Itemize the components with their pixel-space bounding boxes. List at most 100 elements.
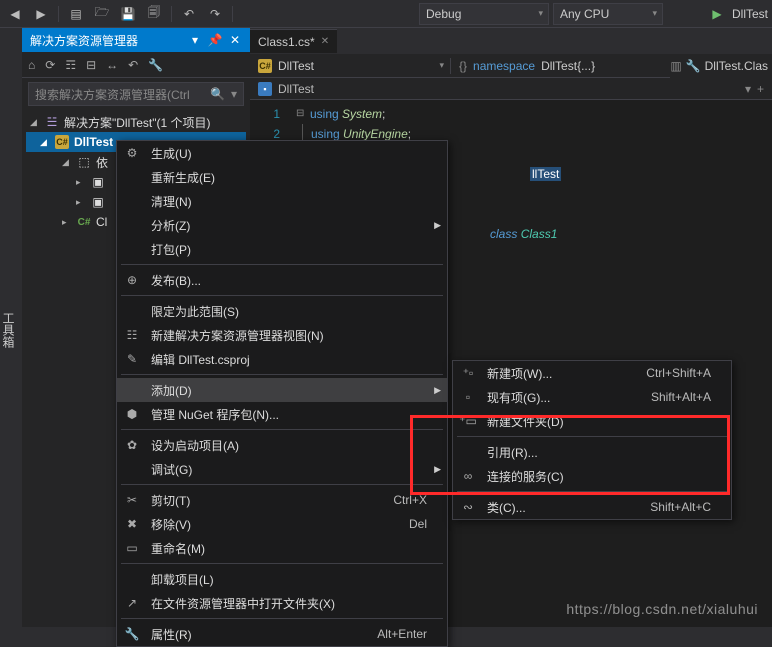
project-icon: ▪ (258, 82, 272, 96)
chevron-down-icon[interactable]: ▾ (745, 82, 751, 96)
menu-item[interactable]: 限定为此范围(S) (117, 299, 447, 323)
project-icon: C# (54, 135, 70, 149)
menu-item[interactable]: ↗在文件资源管理器中打开文件夹(X) (117, 591, 447, 615)
file-tab[interactable]: Class1.cs* ✕ (250, 29, 337, 53)
tool-icon[interactable]: ⊟ (86, 58, 96, 72)
class-label: Cl (96, 215, 107, 229)
tool-icon[interactable]: ☶ (65, 58, 76, 72)
menu-icon: ☷ (121, 328, 143, 342)
search-input[interactable]: 搜索解决方案资源管理器(Ctrl 🔍 ▾ (28, 82, 244, 106)
solution-node[interactable]: ◢☱ 解决方案"DllTest"(1 个项目) (26, 112, 246, 132)
menu-item[interactable]: ✂剪切(T)Ctrl+X (117, 488, 447, 512)
menu-icon: ↗ (121, 596, 143, 610)
menu-item[interactable]: ∾类(C)...Shift+Alt+C (453, 495, 731, 519)
menu-label: 限定为此范围(S) (151, 303, 427, 320)
menu-item[interactable]: 卸载项目(L) (117, 567, 447, 591)
tool-icon[interactable]: ↶ (128, 58, 138, 72)
nav-ns-kw: namespace (473, 59, 535, 73)
namespace-icon: {} (459, 59, 467, 73)
menu-icon: ⊕ (121, 273, 143, 287)
menu-item[interactable]: ⁺▫新建项(W)...Ctrl+Shift+A (453, 361, 731, 385)
add-submenu: ⁺▫新建项(W)...Ctrl+Shift+A▫现有项(G)...Shift+A… (452, 360, 732, 520)
home-icon[interactable]: ⌂ (28, 58, 35, 72)
search-placeholder: 搜索解决方案资源管理器(Ctrl (35, 86, 190, 103)
menu-item[interactable]: ⬢管理 NuGet 程序包(N)... (117, 402, 447, 426)
menu-item[interactable]: ▫现有项(G)...Shift+Alt+A (453, 385, 731, 409)
plus-icon[interactable]: + (757, 82, 764, 96)
nav-project-combo[interactable]: C# DllTest (250, 59, 450, 73)
new-icon[interactable]: ▤ (65, 3, 87, 25)
breadcrumb: ▪ DllTest ▾ + (250, 78, 772, 100)
pin-icon[interactable]: 📌 (208, 33, 222, 47)
solution-icon: ☱ (44, 115, 60, 129)
solution-label: 解决方案"DllTest"(1 个项目) (64, 114, 211, 131)
menu-label: 生成(U) (151, 145, 427, 162)
menu-item[interactable]: 引用(R)... (453, 440, 731, 464)
menu-label: 添加(D) (151, 382, 427, 399)
menu-label: 移除(V) (151, 516, 401, 533)
menu-label: 发布(B)... (151, 272, 427, 289)
breadcrumb-label[interactable]: DllTest (278, 82, 314, 96)
menu-shortcut: Ctrl+X (393, 493, 427, 507)
menu-label: 卸载项目(L) (151, 571, 427, 588)
menu-item[interactable]: 清理(N) (117, 189, 447, 213)
menu-label: 属性(R) (151, 626, 369, 643)
kw-using: using (311, 127, 340, 141)
wrench-icon[interactable]: 🔧 (148, 58, 163, 72)
undo-icon[interactable]: ↶ (178, 3, 200, 25)
menu-label: 分析(Z) (151, 217, 427, 234)
menu-item[interactable]: 🔧 属性(R) Alt+Enter (117, 622, 447, 646)
menu-item[interactable]: 打包(P) (117, 237, 447, 261)
menu-label: 调试(G) (151, 461, 427, 478)
menu-item[interactable]: ☷新建解决方案资源管理器视图(N) (117, 323, 447, 347)
menu-item[interactable]: ⁺▭新建文件夹(D) (453, 409, 731, 433)
tab-close-icon[interactable]: ✕ (321, 36, 329, 47)
menu-icon: ▫ (457, 390, 479, 404)
saveall-icon[interactable]: 🗐 (143, 3, 165, 25)
close-icon[interactable]: ✕ (228, 33, 242, 47)
menu-shortcut: Ctrl+Shift+A (646, 366, 711, 380)
menu-item[interactable]: ✖移除(V)Del (117, 512, 447, 536)
menu-item[interactable]: ∞连接的服务(C) (453, 464, 731, 488)
box-icon: ▣ (90, 175, 106, 189)
menu-item[interactable]: 调试(G)▶ (117, 457, 447, 481)
menu-item[interactable]: ✿ 设为启动项目(A) (117, 433, 447, 457)
menu-icon: 🔧 (121, 627, 143, 641)
menu-item[interactable]: ▭重命名(M) (117, 536, 447, 560)
menu-item[interactable]: ⊕ 发布(B)... (117, 268, 447, 292)
tool-icon[interactable]: ↔ (106, 58, 118, 72)
menu-item[interactable]: ⚙ 生成(U) (117, 141, 447, 165)
nav-back-icon[interactable]: ◀ (4, 3, 26, 25)
submenu-arrow-icon: ▶ (434, 220, 441, 231)
menu-item[interactable]: ✎编辑 DllTest.csproj (117, 347, 447, 371)
menu-label: 设为启动项目(A) (151, 437, 427, 454)
play-icon[interactable]: ▶ (706, 3, 728, 25)
menu-label: 引用(R)... (487, 444, 711, 461)
platform-combo[interactable]: Any CPU (553, 3, 663, 25)
save-icon[interactable]: 💾 (117, 3, 139, 25)
menu-icon: ⚙ (121, 146, 143, 160)
redo-icon[interactable]: ↷ (204, 3, 226, 25)
config-combo[interactable]: Debug (419, 3, 549, 25)
kw-using: using (310, 107, 339, 121)
menu-shortcut: Shift+Alt+C (650, 500, 711, 514)
menu-shortcut: Alt+Enter (377, 627, 427, 641)
vbar-label[interactable]: 工具箱 (0, 312, 17, 348)
dropdown-icon[interactable]: ▾ (188, 33, 202, 47)
menu-item[interactable]: 重新生成(E) (117, 165, 447, 189)
vertical-tab-bar: 工具箱 (0, 28, 22, 627)
kw-class: class (490, 227, 517, 241)
menu-label: 管理 NuGet 程序包(N)... (151, 406, 427, 423)
open-icon[interactable]: 🗁 (91, 3, 113, 25)
menu-label: 类(C)... (487, 499, 642, 516)
menu-item[interactable]: 添加(D)▶ (117, 378, 447, 402)
menu-icon: ✿ (121, 438, 143, 452)
main-toolbar: ◀ ▶ ▤ 🗁 💾 🗐 ↶ ↷ Debug Any CPU ▶ DllTest (0, 0, 772, 28)
ns-unity: UnityEngine (343, 127, 408, 141)
wrench-icon[interactable]: 🔧 (686, 59, 701, 73)
sync-icon[interactable]: ⟳ (45, 58, 55, 72)
menu-item[interactable]: 分析(Z) ▶ (117, 213, 447, 237)
split-icon[interactable]: ▥ (670, 59, 681, 73)
tab-bar: Class1.cs* ✕ (250, 28, 772, 54)
nav-fwd-icon[interactable]: ▶ (30, 3, 52, 25)
